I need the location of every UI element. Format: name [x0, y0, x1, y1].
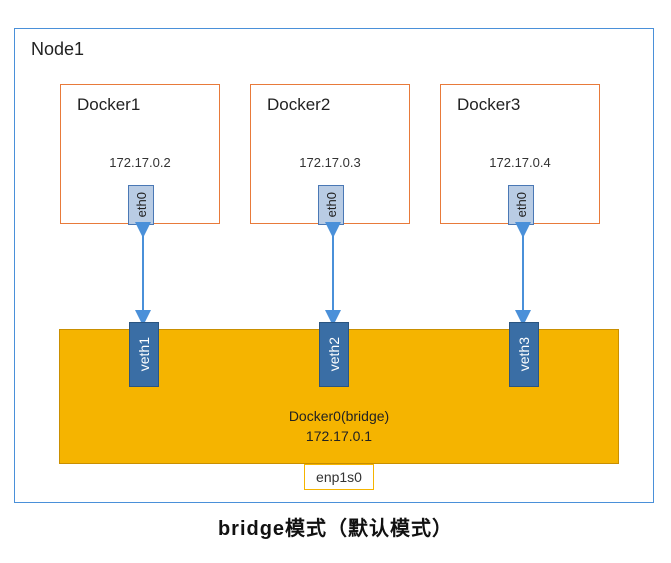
- docker2-title: Docker2: [267, 95, 330, 115]
- diagram-caption: bridge模式（默认模式）: [0, 512, 671, 541]
- docker3-eth0-label: eth0: [514, 192, 529, 217]
- veth3-box: veth3: [509, 322, 539, 387]
- docker1-eth0-label: eth0: [134, 192, 149, 217]
- docker2-ip: 172.17.0.3: [251, 155, 409, 170]
- docker2-eth0: eth0: [318, 185, 344, 225]
- link-d3-v3: [515, 224, 531, 324]
- veth2-label: veth2: [326, 337, 342, 371]
- link-d1-v1: [135, 224, 151, 324]
- node-title: Node1: [31, 39, 84, 60]
- docker1-title: Docker1: [77, 95, 140, 115]
- bridge-box: veth1 veth2 veth3 Docker0(bridge) 172.17…: [59, 329, 619, 464]
- docker3-box: Docker3 172.17.0.4 eth0: [440, 84, 600, 224]
- veth2-box: veth2: [319, 322, 349, 387]
- docker2-box: Docker2 172.17.0.3 eth0: [250, 84, 410, 224]
- bridge-ip: 172.17.0.1: [60, 428, 618, 444]
- docker1-eth0: eth0: [128, 185, 154, 225]
- enp1s0-label: enp1s0: [316, 469, 362, 485]
- link-d2-v2: [325, 224, 341, 324]
- bridge-name: Docker0(bridge): [60, 408, 618, 424]
- veth3-label: veth3: [516, 337, 532, 371]
- docker1-box: Docker1 172.17.0.2 eth0: [60, 84, 220, 224]
- enp1s0-box: enp1s0: [304, 464, 374, 490]
- node1-box: Node1 Docker1 172.17.0.2 eth0 Docker2 17…: [14, 28, 654, 503]
- docker3-eth0: eth0: [508, 185, 534, 225]
- docker2-eth0-label: eth0: [324, 192, 339, 217]
- veth1-box: veth1: [129, 322, 159, 387]
- veth1-label: veth1: [136, 337, 152, 371]
- docker3-title: Docker3: [457, 95, 520, 115]
- docker1-ip: 172.17.0.2: [61, 155, 219, 170]
- docker3-ip: 172.17.0.4: [441, 155, 599, 170]
